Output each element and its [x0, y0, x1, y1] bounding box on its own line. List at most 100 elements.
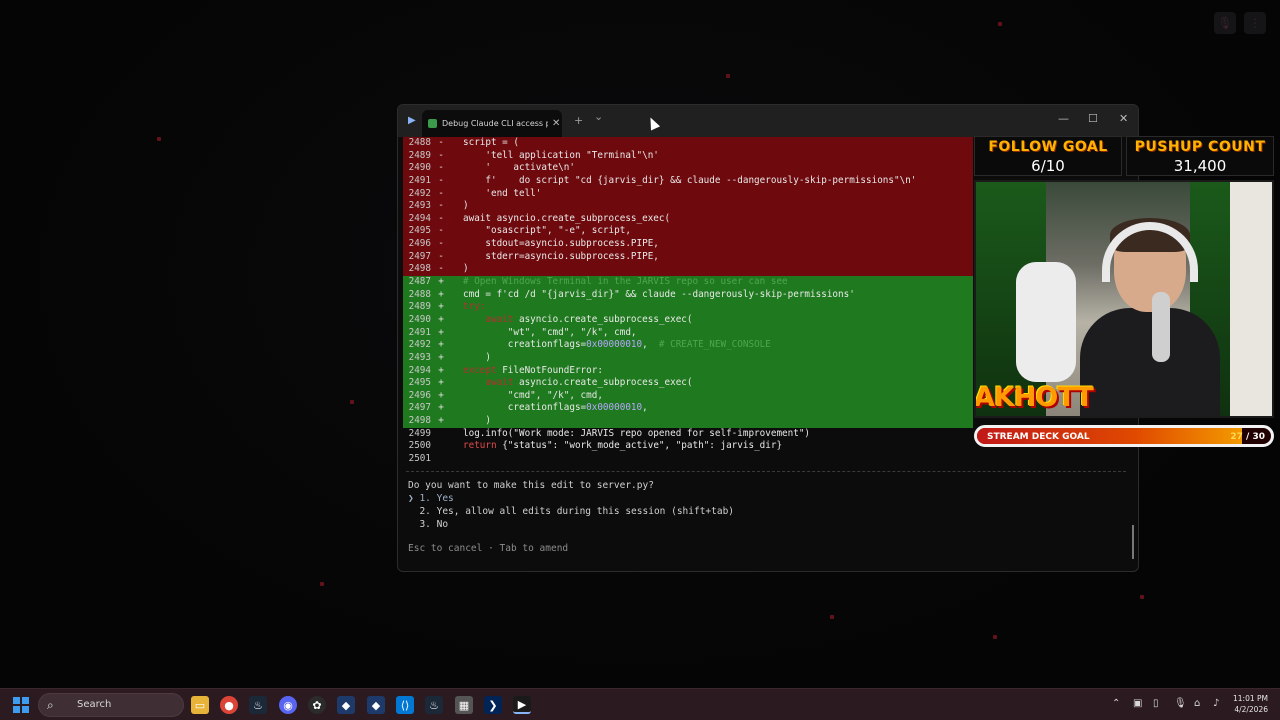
tray-overflow-icon[interactable]: ⌃ [1112, 698, 1120, 709]
discord-icon[interactable]: ◉ [279, 696, 297, 714]
system-clock[interactable]: 11:01 PM 4/2/2026 [1233, 693, 1268, 715]
edit-permission-prompt: Do you want to make this edit to server.… [408, 479, 734, 531]
diff-sign: + [438, 313, 444, 325]
line-number: 2492 [408, 339, 431, 351]
code-line: 2493 + ) [403, 351, 973, 365]
code-token: return [463, 440, 497, 452]
code-text: return {"status": "work_mode_active", "p… [451, 440, 782, 453]
line-number: 2497 [408, 250, 431, 262]
follow-goal-widget: FOLLOW GOAL 6/10 [974, 136, 1122, 176]
code-line: 2494- await asyncio.create_subprocess_exe… [403, 212, 973, 226]
code-text: except FileNotFoundError: [451, 365, 603, 378]
code-text: f' do script "cd {jarvis_dir} && claude … [451, 175, 916, 188]
tray-app-icon[interactable]: ▣ [1133, 698, 1142, 709]
volume-icon[interactable]: ♪ [1213, 698, 1219, 709]
stream-deck-goal-bar: STREAM DECK GOAL 27 / 30 [974, 425, 1274, 447]
code-text: "osascript", "-e", script, [451, 225, 631, 238]
background-speck [157, 137, 161, 141]
network-icon[interactable]: ⌂ [1194, 698, 1200, 709]
stream-deck-goal-value: 27 / 30 [1230, 429, 1265, 444]
code-line: 2487 + # Open Windows Terminal in the JARV… [403, 276, 973, 289]
steam-icon-2[interactable]: ♨ [425, 696, 443, 714]
line-number: 2487 [408, 276, 431, 288]
line-number: 2491 [408, 174, 431, 186]
code-line: 2490- ' activate\n' [403, 162, 973, 175]
calculator-icon[interactable]: ▦ [455, 696, 473, 714]
battery-icon[interactable]: ▯ [1153, 698, 1159, 709]
microphone-icon[interactable]: 🎙 [1214, 12, 1236, 34]
line-number: 2494 [408, 364, 431, 376]
vscode-icon[interactable]: ⟨⟩ [396, 696, 414, 714]
code-token: try: [463, 301, 486, 313]
pushup-count-widget: PUSHUP COUNT 31,400 [1126, 136, 1274, 176]
stream-overlay: FOLLOW GOAL 6/10 PUSHUP COUNT 31,400 AKH… [974, 136, 1274, 448]
code-token: "cmd", "/k", cmd, [463, 389, 603, 401]
code-text: "wt", "cmd", "/k", cmd, [451, 327, 637, 340]
line-number: 2499 [408, 427, 431, 439]
new-tab-button[interactable]: + [574, 114, 583, 127]
code-line: 2489- 'tell application "Terminal"\n' [403, 149, 973, 163]
code-text: ) [451, 415, 491, 428]
code-token: # CREATE_NEW_CONSOLE [658, 339, 771, 351]
more-options-icon[interactable]: ⋮ [1244, 12, 1266, 34]
code-token: 0x00000010 [586, 339, 643, 351]
code-text: await asyncio.create_subprocess_exec( [451, 377, 692, 390]
diff-sign: - [438, 137, 444, 148]
code-token: creationflags= [463, 339, 587, 351]
background-speck [830, 615, 834, 619]
taskbar-search[interactable]: ⌕ Search [38, 693, 184, 717]
code-text: cmd = f'cd /d "{jarvis_dir}" && claude -… [451, 289, 855, 302]
background-speck [320, 582, 324, 586]
code-line: 2496 + "cmd", "/k", cmd, [403, 389, 973, 403]
diff-sign: - [438, 238, 444, 250]
close-button[interactable]: ✕ [1119, 112, 1128, 125]
line-number: 2498 [408, 263, 431, 275]
minimize-button[interactable]: — [1058, 112, 1069, 125]
title-bar[interactable]: ▶ Debug Claude CLI access p ✕ + ⌄ — ☐ ✕ [398, 105, 1138, 137]
steam-icon[interactable]: ♨ [249, 696, 267, 714]
option-yes[interactable]: ❯ 1. Yes [408, 492, 734, 505]
diff-sign: - [438, 187, 444, 199]
line-number: 2496 [408, 238, 431, 250]
webcam-chair [1016, 262, 1076, 382]
terminal-app-icon[interactable]: ▶ [408, 115, 420, 127]
scrollbar[interactable] [1132, 525, 1134, 559]
background-speck [993, 635, 997, 639]
tab-dropdown-button[interactable]: ⌄ [594, 110, 603, 123]
app-icon-2[interactable]: ◆ [367, 696, 385, 714]
stream-deck-goal-label: STREAM DECK GOAL [987, 432, 1090, 442]
diff-sign: + [438, 288, 444, 300]
app-icon[interactable]: ◆ [337, 696, 355, 714]
code-token: 'end tell' [463, 187, 542, 199]
code-token: await [485, 313, 514, 325]
line-number: 2495 [408, 377, 431, 389]
option-no[interactable]: 3. No [408, 518, 734, 531]
diff-sign: - [438, 225, 444, 237]
diff-sign: + [438, 326, 444, 338]
tab-close-icon[interactable]: ✕ [552, 118, 560, 129]
webcam-wall [1230, 182, 1272, 416]
code-line: 2489 + try: [403, 301, 973, 314]
code-line: 2497 + creationflags=0x00000010, [403, 402, 973, 416]
code-token: f' do script "cd {jarvis_dir} && claude … [463, 174, 917, 186]
line-number: 2490 [408, 313, 431, 325]
option-yes-allow-all[interactable]: 2. Yes, allow all edits during this sess… [408, 505, 734, 518]
code-text: ) [451, 200, 469, 213]
code-token: "osascript", "-e", script, [463, 225, 631, 237]
chatgpt-icon[interactable]: ✿ [308, 696, 326, 714]
streamer-body [1080, 308, 1220, 416]
code-text: "cmd", "/k", cmd, [451, 390, 603, 403]
chrome-icon[interactable]: ● [220, 696, 238, 714]
line-number: 2488 [408, 137, 431, 148]
stream-deck-target: 30 [1252, 432, 1265, 442]
terminal-icon[interactable]: ▶ [513, 696, 531, 714]
file-explorer-icon[interactable]: ▭ [191, 696, 209, 714]
pushup-count-value: 31,400 [1173, 157, 1227, 175]
microphone-tray-icon[interactable]: 🎙 [1174, 698, 1187, 709]
start-button[interactable] [13, 697, 29, 713]
maximize-button[interactable]: ☐ [1088, 112, 1098, 125]
code-token: 'tell application "Terminal"\n' [463, 149, 659, 161]
tab-debug-claude[interactable]: Debug Claude CLI access p ✕ [422, 110, 562, 137]
code-line: 2495 + await asyncio.create_subprocess_ex… [403, 377, 973, 390]
powershell-icon[interactable]: ❯ [484, 696, 502, 714]
